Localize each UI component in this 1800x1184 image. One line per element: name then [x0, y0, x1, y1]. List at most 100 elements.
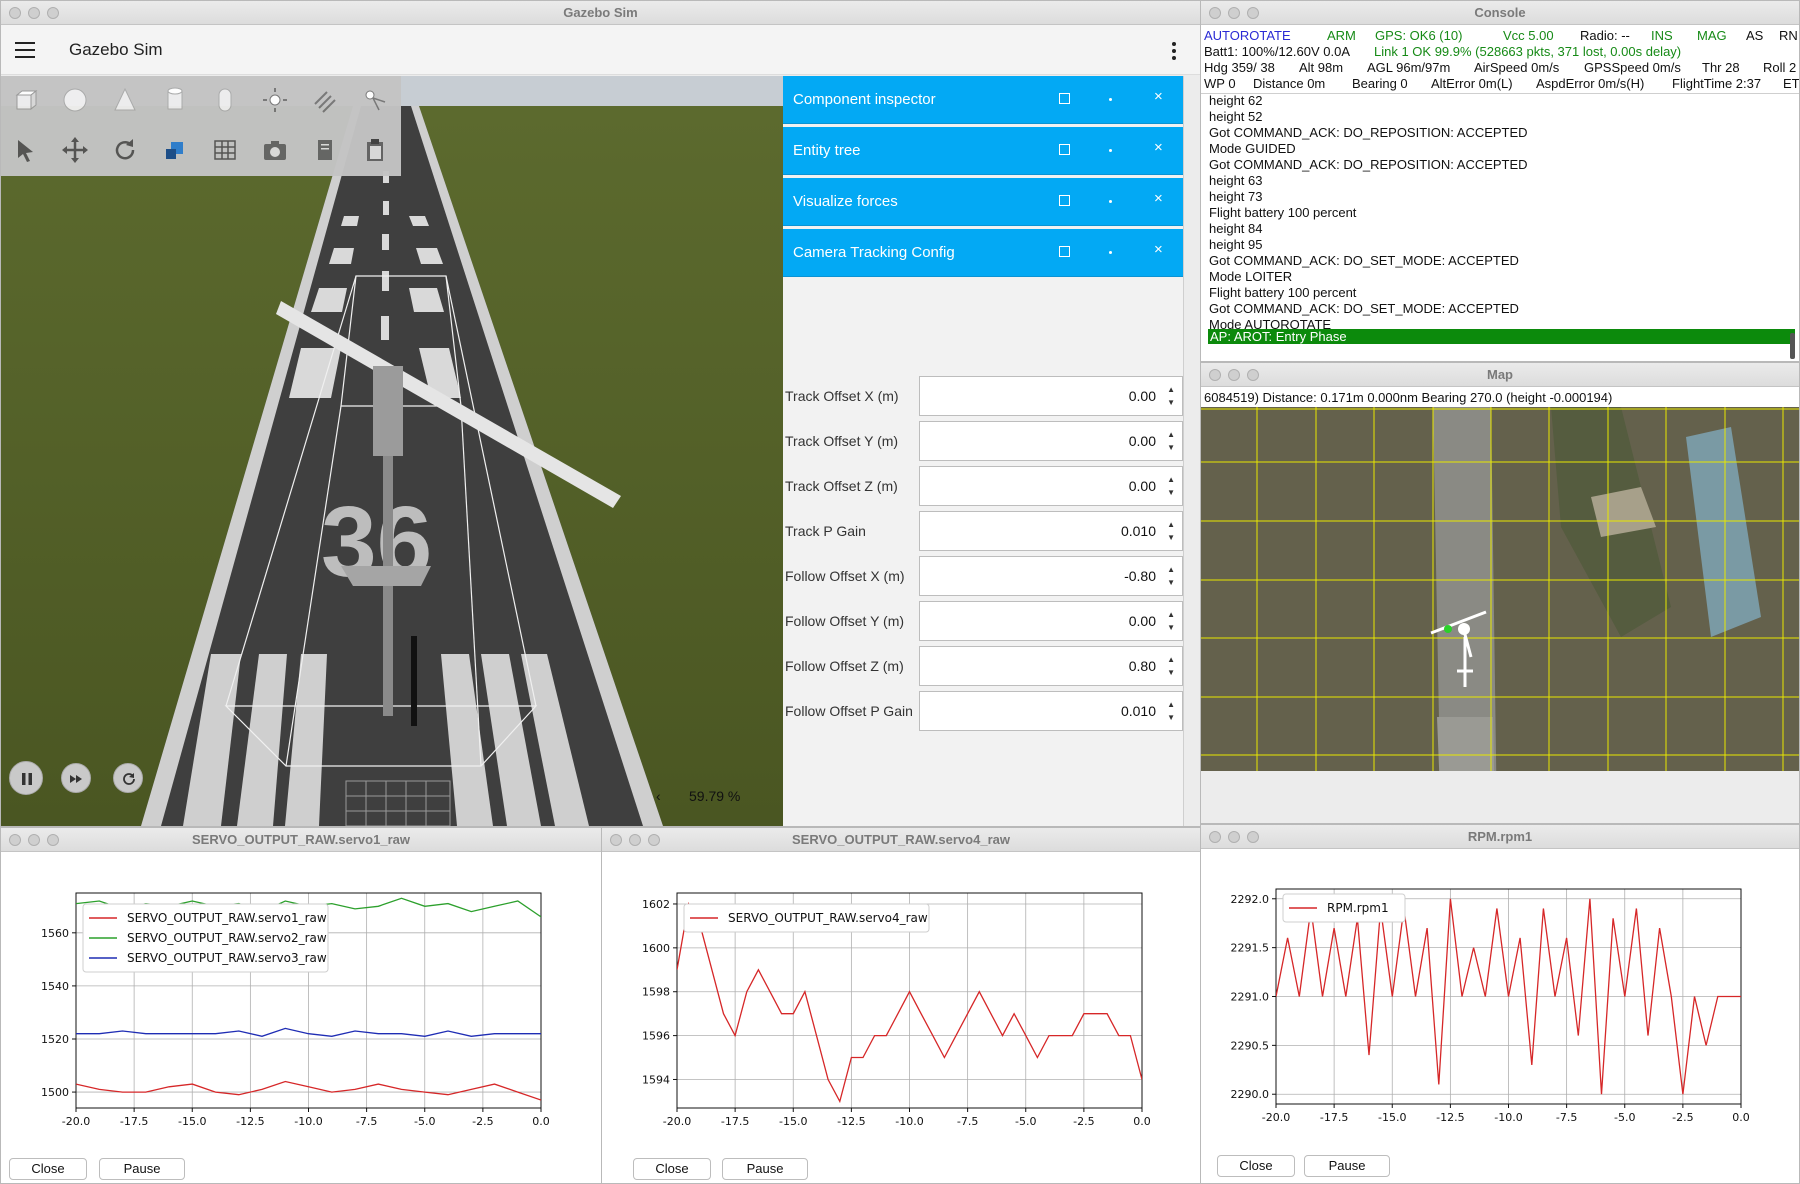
x-tick-label: -15.0: [779, 1115, 807, 1128]
transform-control-icon[interactable]: [161, 136, 189, 164]
pause-button[interactable]: Pause: [1304, 1155, 1390, 1177]
step-simulation-button[interactable]: [61, 763, 91, 793]
param-value[interactable]: 0.00: [1129, 478, 1156, 494]
x-tick-label: -20.0: [663, 1115, 691, 1128]
x-tick-label: -5.0: [1614, 1111, 1635, 1124]
spin-arrows-icon[interactable]: ▲ ▼: [1167, 608, 1175, 634]
cone-shape-icon[interactable]: [111, 86, 139, 114]
gazebo-app-header: Gazebo Sim: [1, 25, 1200, 75]
sphere-shape-icon[interactable]: [61, 86, 89, 114]
plot1-chart[interactable]: -20.0 -17.5 -15.0 -12.5 -10.0 -7.5 -5.0 -2.5 0.0…: [1, 852, 602, 1182]
close-button[interactable]: Close: [9, 1158, 87, 1180]
param-row: Track Offset Y (m) 0.00 ▲ ▼: [783, 421, 1183, 461]
spin-arrows-icon[interactable]: ▲ ▼: [1167, 563, 1175, 589]
x-tick-label: -5.0: [1015, 1115, 1036, 1128]
param-value[interactable]: 0.00: [1129, 388, 1156, 404]
collapse-stats-icon[interactable]: ‹: [656, 788, 661, 804]
plot3-titlebar[interactable]: RPM.rpm1: [1201, 825, 1799, 849]
panel-entity-tree[interactable]: Entity tree ×: [783, 127, 1183, 175]
roll: Roll 2: [1763, 60, 1797, 75]
close-icon[interactable]: ×: [1154, 139, 1163, 156]
param-spinbox[interactable]: 0.00 ▲ ▼: [919, 421, 1183, 461]
directional-light-icon[interactable]: [311, 86, 339, 114]
param-spinbox[interactable]: -0.80 ▲ ▼: [919, 556, 1183, 596]
param-spinbox[interactable]: 0.80 ▲ ▼: [919, 646, 1183, 686]
options-dot-icon[interactable]: [1109, 149, 1112, 152]
spin-arrows-icon[interactable]: ▲ ▼: [1167, 518, 1175, 544]
param-spinbox[interactable]: 0.010 ▲ ▼: [919, 511, 1183, 551]
close-button[interactable]: Close: [633, 1158, 711, 1180]
grid-snap-icon[interactable]: [211, 136, 239, 164]
panel-component-inspector[interactable]: Component inspector ×: [783, 76, 1183, 124]
y-tick-label: 1594: [642, 1073, 670, 1086]
rotate-tool-icon[interactable]: [111, 136, 139, 164]
param-spinbox[interactable]: 0.00 ▲ ▼: [919, 376, 1183, 416]
plot2-titlebar[interactable]: SERVO_OUTPUT_RAW.servo4_raw: [602, 828, 1200, 852]
pause-simulation-button[interactable]: [9, 761, 43, 795]
mag-status: MAG: [1697, 28, 1727, 43]
capsule-shape-icon[interactable]: [211, 86, 239, 114]
maximize-icon[interactable]: [1059, 93, 1070, 104]
close-icon[interactable]: ×: [1154, 88, 1163, 105]
panel-splitter[interactable]: [1183, 76, 1200, 826]
cylinder-shape-icon[interactable]: [161, 86, 189, 114]
param-value[interactable]: 0.00: [1129, 433, 1156, 449]
et: ET: [1783, 76, 1800, 91]
console-scrollbar[interactable]: [1790, 333, 1795, 359]
param-value[interactable]: 0.010: [1121, 523, 1156, 539]
param-spinbox[interactable]: 0.010 ▲ ▼: [919, 691, 1183, 731]
translate-tool-icon[interactable]: [61, 136, 89, 164]
maximize-icon[interactable]: [1059, 246, 1070, 257]
param-value[interactable]: 0.010: [1121, 703, 1156, 719]
console-line: Flight battery 100 percent: [1209, 205, 1357, 220]
plot3-chart[interactable]: -20.0 -17.5 -15.0 -12.5 -10.0 -7.5 -5.0 -2.5 0.0…: [1201, 849, 1800, 1179]
spin-arrows-icon[interactable]: ▲ ▼: [1167, 653, 1175, 679]
options-dot-icon[interactable]: [1109, 200, 1112, 203]
hamburger-menu-icon[interactable]: [15, 42, 35, 58]
panel-camera-tracking-config[interactable]: Camera Tracking Config ×: [783, 229, 1183, 277]
panel-visualize-forces[interactable]: Visualize forces ×: [783, 178, 1183, 226]
param-value[interactable]: 0.80: [1129, 658, 1156, 674]
copy-icon[interactable]: [311, 136, 339, 164]
param-spinbox[interactable]: 0.00 ▲ ▼: [919, 466, 1183, 506]
screenshot-camera-icon[interactable]: [261, 136, 289, 164]
paste-icon[interactable]: [361, 136, 389, 164]
param-spinbox[interactable]: 0.00 ▲ ▼: [919, 601, 1183, 641]
maximize-icon[interactable]: [1059, 195, 1070, 206]
spin-arrows-icon[interactable]: ▲ ▼: [1167, 698, 1175, 724]
satellite-map: [1201, 407, 1799, 771]
y-tick-label: 2292.0: [1231, 893, 1270, 906]
param-value[interactable]: 0.00: [1129, 613, 1156, 629]
close-button[interactable]: Close: [1217, 1155, 1295, 1177]
point-light-icon[interactable]: [261, 86, 289, 114]
map-view[interactable]: [1201, 407, 1799, 771]
spin-arrows-icon[interactable]: ▲ ▼: [1167, 473, 1175, 499]
more-options-icon[interactable]: [1171, 42, 1177, 60]
options-dot-icon[interactable]: [1109, 98, 1112, 101]
options-dot-icon[interactable]: [1109, 251, 1112, 254]
y-tick-label: 1602: [642, 898, 670, 911]
plot1-titlebar[interactable]: SERVO_OUTPUT_RAW.servo1_raw: [1, 828, 601, 852]
real-time-factor: 59.79 %: [689, 788, 741, 804]
console-line: height 52: [1209, 109, 1263, 124]
gazebo-titlebar[interactable]: Gazebo Sim: [1, 1, 1200, 25]
spin-arrows-icon[interactable]: ▲ ▼: [1167, 383, 1175, 409]
close-icon[interactable]: ×: [1154, 241, 1163, 258]
legend-label: SERVO_OUTPUT_RAW.servo1_raw: [127, 911, 327, 925]
console-titlebar[interactable]: Console: [1201, 1, 1799, 25]
spin-arrows-icon[interactable]: ▲ ▼: [1167, 428, 1175, 454]
maximize-icon[interactable]: [1059, 144, 1070, 155]
close-icon[interactable]: ×: [1154, 190, 1163, 207]
scene-viewport[interactable]: 36: [1, 76, 783, 826]
box-shape-icon[interactable]: [11, 86, 39, 114]
panel-title: Camera Tracking Config: [793, 244, 955, 261]
spot-light-icon[interactable]: [361, 86, 389, 114]
plugin-panel: Component inspector × Entity tree × Visu…: [783, 76, 1183, 826]
reset-simulation-button[interactable]: [113, 763, 143, 793]
map-titlebar[interactable]: Map: [1201, 363, 1799, 387]
plot2-chart[interactable]: -20.0 -17.5 -15.0 -12.5 -10.0 -7.5 -5.0 -2.5 0.0…: [602, 852, 1201, 1182]
select-tool-icon[interactable]: [11, 136, 39, 164]
pause-button[interactable]: Pause: [722, 1158, 808, 1180]
pause-button[interactable]: Pause: [99, 1158, 185, 1180]
param-value[interactable]: -0.80: [1124, 568, 1156, 584]
